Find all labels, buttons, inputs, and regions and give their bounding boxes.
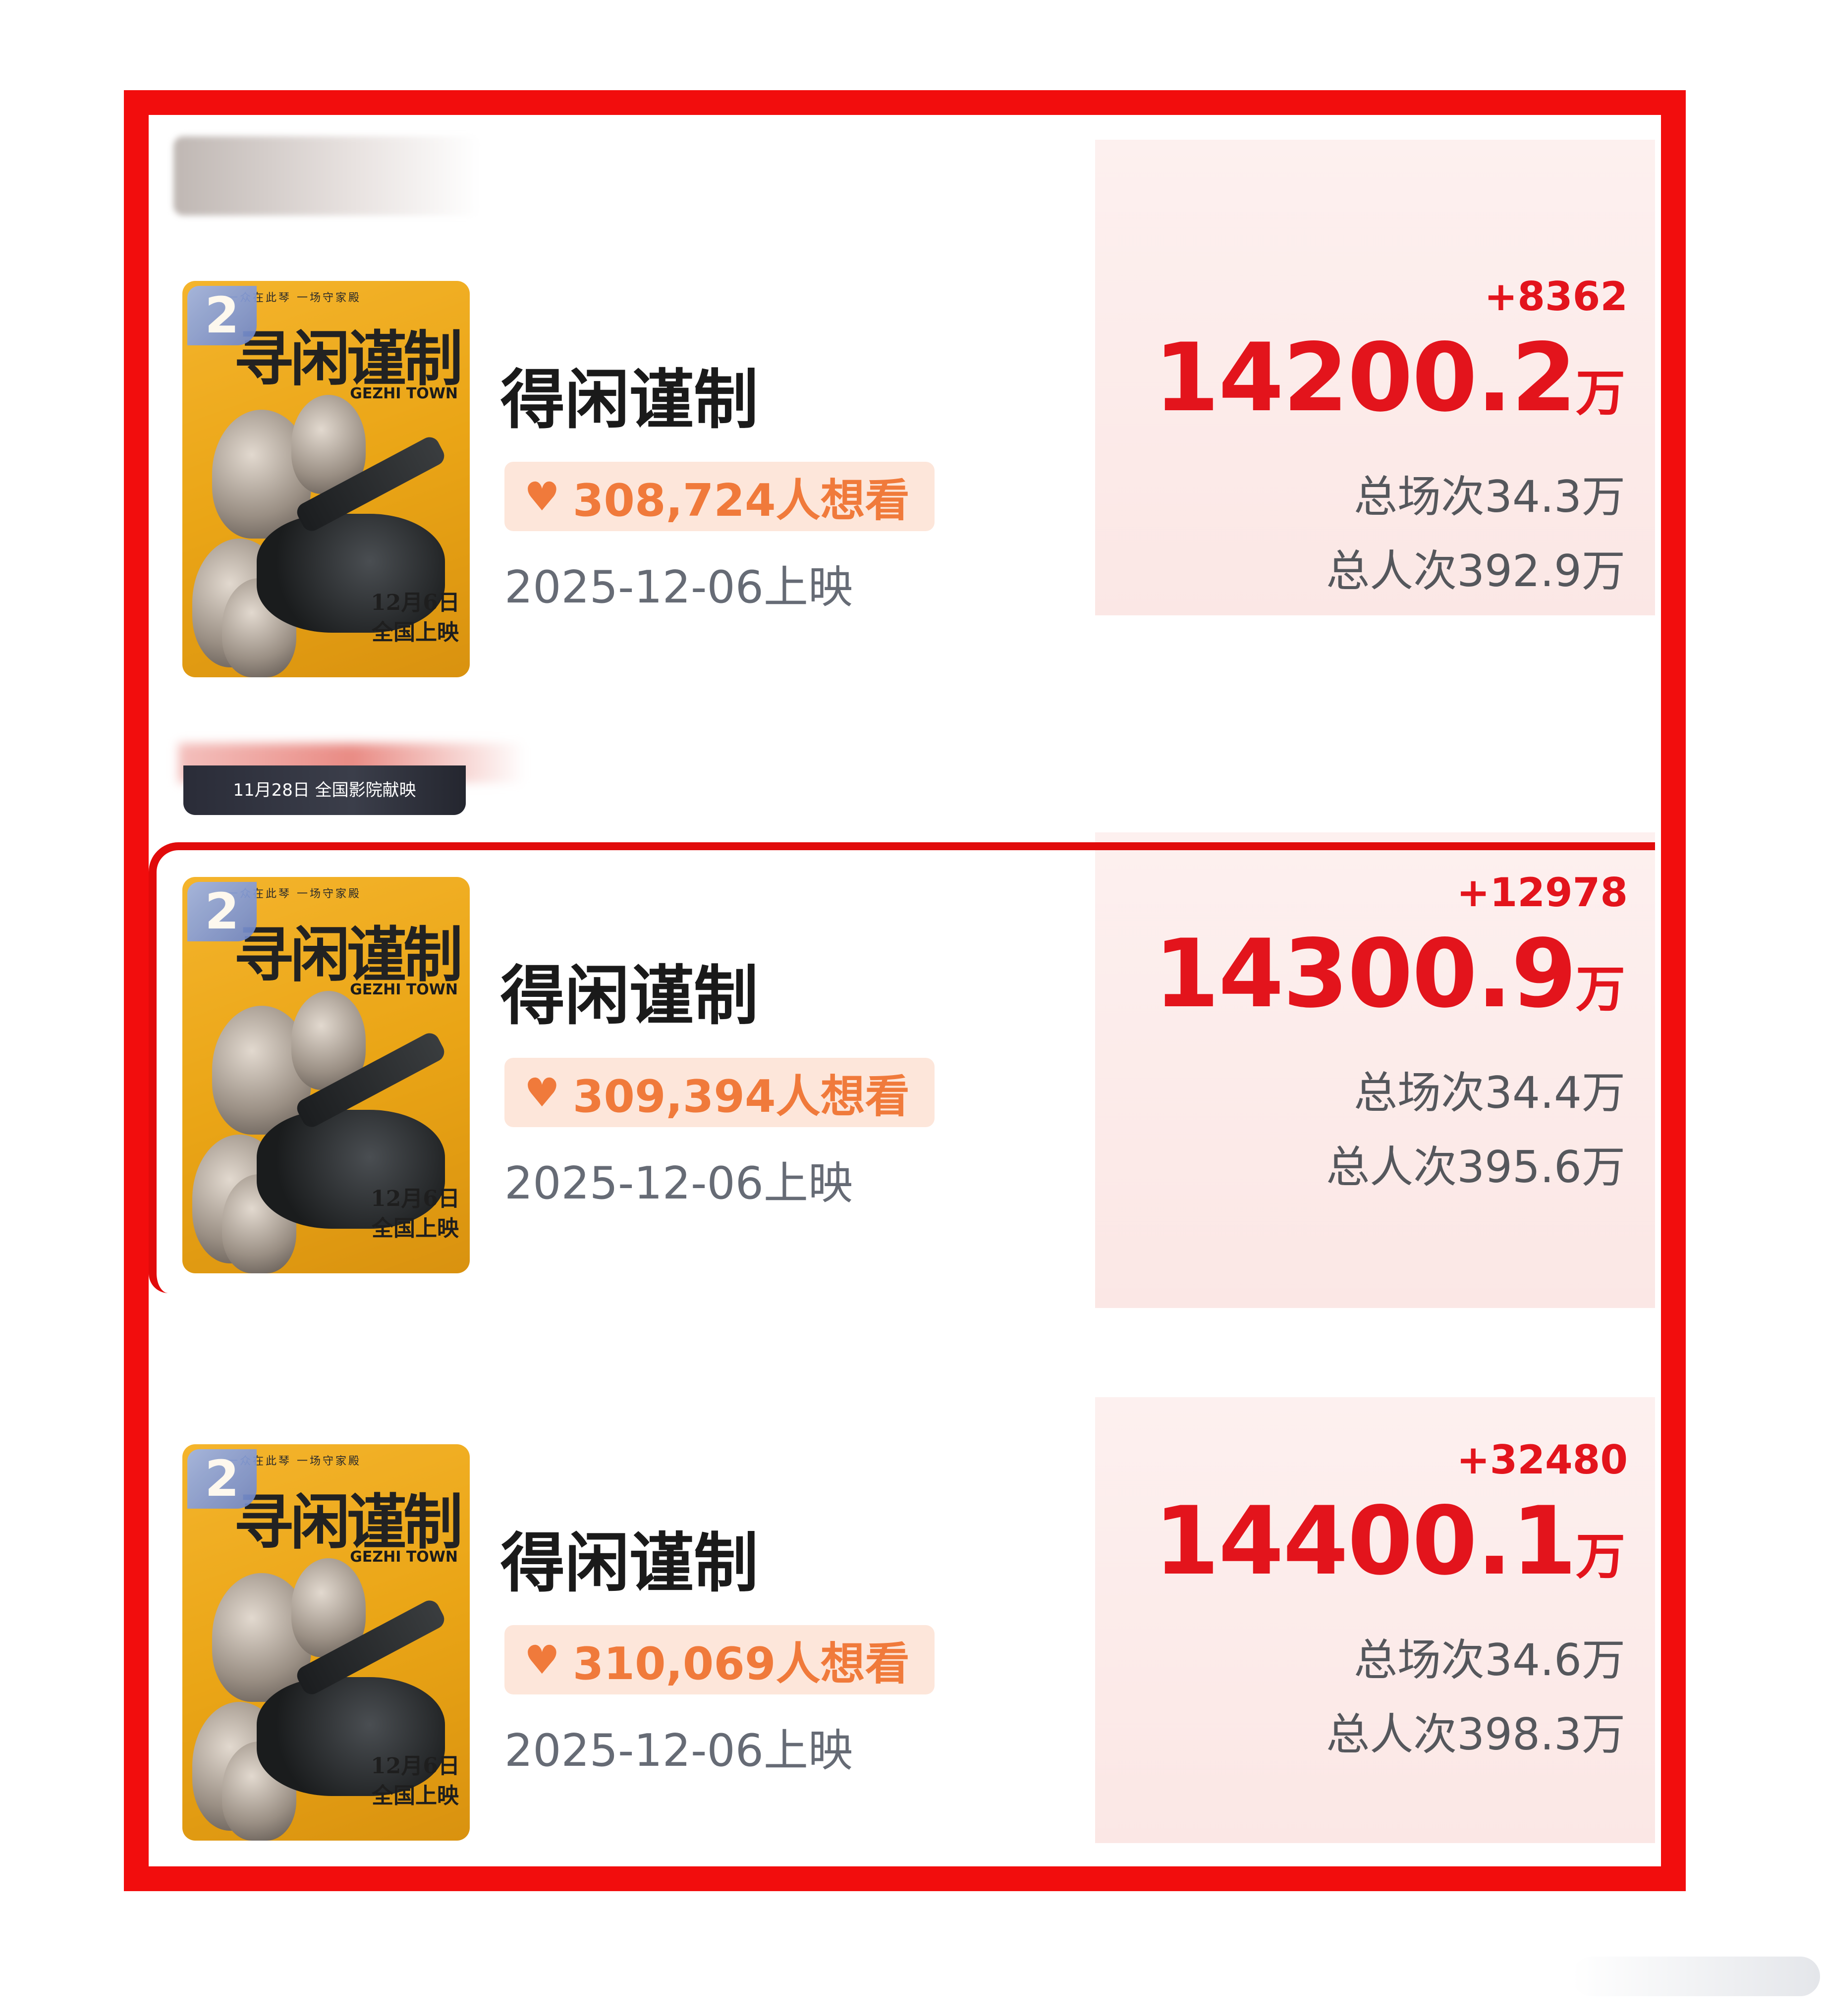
poster-date-line: 12月6日 (371, 590, 460, 615)
red-highlight-annotation (149, 842, 1655, 1293)
want-to-see-badge[interactable]: ♥ 310,069人想看 (504, 1625, 935, 1694)
movie-poster[interactable]: 一众在此琴 一场守家殿 寻闲谨制 GEZHI TOWN 12月6日 全国上映 2 (182, 281, 470, 677)
total-attendance: 总人次392.9万 (1326, 545, 1625, 597)
box-office-value: 14400.1 (1154, 1486, 1577, 1596)
poster-date: 12月6日 全国上映 (371, 1751, 460, 1811)
movie-title[interactable]: 得闲谨制 (500, 1511, 758, 1604)
poster-date-line: 全国上映 (372, 1783, 459, 1808)
box-office-delta: +8362 (1484, 273, 1628, 320)
movie-poster[interactable]: 一众在此琴 一场守家殿 寻闲谨制 GEZHI TOWN 12月6日 全国上映 2 (182, 1444, 470, 1841)
poster-date-line: 12月6日 (371, 1753, 460, 1779)
poster-date: 12月6日 全国上映 (371, 588, 460, 648)
movie-title[interactable]: 得闲谨制 (500, 348, 758, 441)
box-office-total: 14200.2万 (1154, 323, 1625, 433)
poster-date-line: 全国上映 (372, 620, 459, 645)
poster-title: 寻闲谨制 (234, 1487, 463, 1557)
rank-badge: 2 (187, 1449, 257, 1509)
next-item-poster-peek: 11月28日 全国影院献映 (183, 765, 466, 815)
poster-subtitle: GEZHI TOWN (350, 385, 458, 402)
want-to-see-badge[interactable]: ♥ 308,724人想看 (504, 462, 935, 531)
box-office-value: 14200.2 (1154, 323, 1577, 433)
want-to-see-count: 310,069人想看 (572, 1638, 910, 1690)
scroll-handle[interactable] (1572, 1957, 1820, 1996)
movie-card-3[interactable]: 一众在此琴 一场守家殿 寻闲谨制 GEZHI TOWN 12月6日 全国上映 2… (149, 1397, 1655, 1873)
box-office-unit: 万 (1576, 1527, 1625, 1585)
want-to-see-count: 308,724人想看 (572, 475, 910, 527)
heart-icon: ♥ (524, 1636, 560, 1683)
rank-badge: 2 (187, 286, 257, 345)
total-screenings: 总场次34.3万 (1354, 471, 1625, 522)
poster-title: 寻闲谨制 (234, 324, 463, 394)
heart-icon: ♥ (524, 473, 560, 520)
total-attendance: 总人次398.3万 (1326, 1709, 1625, 1760)
release-date: 2025-12-06上映 (504, 1725, 853, 1777)
box-office-unit: 万 (1576, 364, 1625, 422)
box-office-total: 14400.1万 (1154, 1486, 1625, 1596)
release-date: 2025-12-06上映 (504, 561, 853, 613)
box-office-delta: +32480 (1456, 1437, 1628, 1483)
movie-card-1[interactable]: 一众在此琴 一场守家殿 寻闲谨制 GEZHI TOWN 12月6日 全国上映 2… (149, 140, 1655, 677)
total-screenings: 总场次34.6万 (1354, 1635, 1625, 1686)
poster-subtitle: GEZHI TOWN (350, 1548, 458, 1566)
